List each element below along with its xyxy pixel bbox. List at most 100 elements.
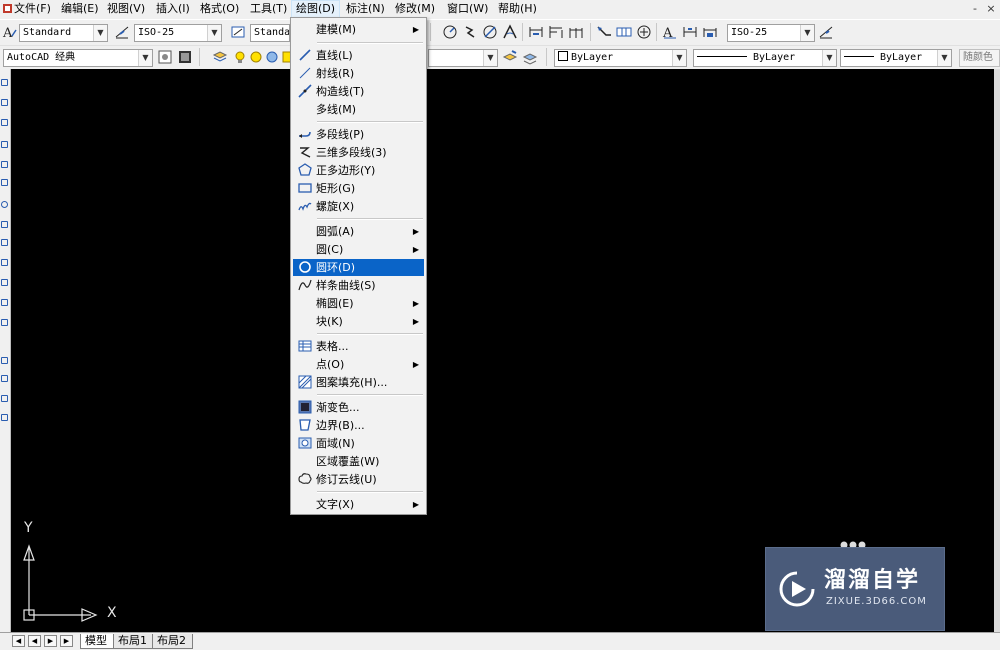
menu-item-region[interactable]: 面域(N)	[293, 435, 424, 452]
layer-properties-icon[interactable]	[212, 49, 228, 65]
rectangle-tool-icon[interactable]	[1, 161, 8, 168]
linetype-select[interactable]: ByLayer ▼	[693, 49, 837, 67]
circle-tool-icon[interactable]	[1, 201, 8, 208]
layer-lock-icon[interactable]	[264, 49, 280, 65]
center-mark-icon[interactable]	[636, 24, 652, 40]
menu-help[interactable]: 帮助(H)	[494, 1, 541, 17]
menu-item-block[interactable]: 块(K) ▶	[293, 313, 424, 330]
layer-freeze-icon[interactable]	[248, 49, 264, 65]
tab-layout1[interactable]: 布局1	[113, 634, 154, 649]
menu-dimension[interactable]: 标注(N)	[342, 1, 389, 17]
make-block-tool-icon[interactable]	[1, 319, 8, 326]
text-style-icon[interactable]: A	[2, 24, 18, 40]
menu-item-ray[interactable]: 射线(R)	[293, 65, 424, 82]
dim-style-icon[interactable]	[114, 24, 130, 40]
dim-style-manager-icon[interactable]	[818, 24, 834, 40]
menu-item-boundary[interactable]: 边界(B)...	[293, 417, 424, 434]
menu-item-mline[interactable]: 多线(M)	[293, 101, 424, 118]
multileader-style-select[interactable]: ISO-25 ▼	[727, 24, 815, 42]
menu-insert[interactable]: 插入(I)	[152, 1, 194, 17]
menu-item-text[interactable]: 文字(X) ▶	[293, 496, 424, 513]
minimize-button[interactable]: -	[968, 2, 982, 15]
lineweight-select[interactable]: ByLayer ▼	[840, 49, 952, 67]
dim-radius-icon[interactable]	[442, 24, 458, 40]
menu-item-polygon[interactable]: 正多边形(Y)	[293, 162, 424, 179]
dim-update-icon[interactable]	[702, 24, 718, 40]
dim-jogged-icon[interactable]	[462, 24, 478, 40]
donut-icon	[299, 261, 311, 273]
tab-model[interactable]: 模型	[80, 634, 114, 649]
hatch-tool-icon[interactable]	[1, 375, 8, 382]
menu-item-modeling[interactable]: 建模(M) ▶	[293, 21, 424, 38]
menu-format[interactable]: 格式(O)	[196, 1, 243, 17]
tab-layout2[interactable]: 布局2	[152, 634, 193, 649]
workspace-settings-icon[interactable]	[157, 49, 173, 65]
arc-tool-icon[interactable]	[1, 179, 8, 186]
quick-dim-icon[interactable]	[528, 24, 544, 40]
menu-item-gradient[interactable]: 渐变色...	[293, 399, 424, 416]
layer-previous-icon[interactable]	[522, 49, 538, 65]
menu-item-3dpolyline[interactable]: 三维多段线(3)	[293, 144, 424, 161]
polyline-tool-icon[interactable]	[1, 119, 8, 126]
polygon-tool-icon[interactable]	[1, 141, 8, 148]
table-style-icon[interactable]	[230, 24, 246, 40]
dim-diameter-icon[interactable]	[482, 24, 498, 40]
dim-baseline-icon[interactable]	[548, 24, 564, 40]
menu-item-arc[interactable]: 圆弧(A) ▶	[293, 223, 424, 240]
menu-item-spline[interactable]: 样条曲线(S)	[293, 277, 424, 294]
menu-item-helix[interactable]: 螺旋(X)	[293, 198, 424, 215]
last-tab-button[interactable]: ▶	[60, 635, 73, 647]
line-tool-icon[interactable]	[1, 79, 8, 86]
menu-tools[interactable]: 工具(T)	[246, 1, 291, 17]
menu-item-ellipse[interactable]: 椭圆(E) ▶	[293, 295, 424, 312]
layer-select[interactable]: ▼	[428, 49, 498, 67]
menu-item-polyline[interactable]: 多段线(P)	[293, 126, 424, 143]
dim-edit-icon[interactable]: A	[662, 24, 678, 40]
menu-draw[interactable]: 绘图(D)	[291, 0, 341, 18]
region-tool-icon[interactable]	[1, 414, 8, 421]
text-style-select[interactable]: Standard ▼	[19, 24, 108, 42]
vertical-scrollbar[interactable]	[994, 69, 1000, 632]
revcloud-tool-icon[interactable]	[1, 221, 8, 228]
prev-tab-button[interactable]: ◀	[28, 635, 41, 647]
spline-tool-icon[interactable]	[1, 239, 8, 246]
first-tab-button[interactable]: ◀	[12, 635, 25, 647]
make-current-layer-icon[interactable]	[502, 49, 518, 65]
ellipse-arc-tool-icon[interactable]	[1, 279, 8, 286]
menu-view[interactable]: 视图(V)	[103, 1, 149, 17]
menu-edit[interactable]: 编辑(E)	[57, 1, 103, 17]
insert-block-tool-icon[interactable]	[1, 299, 8, 306]
menu-item-table[interactable]: 表格...	[293, 338, 424, 355]
menu-item-rectangle[interactable]: 矩形(G)	[293, 180, 424, 197]
menu-item-donut[interactable]: 圆环(D)	[293, 259, 424, 276]
menu-item-point[interactable]: 点(O) ▶	[293, 356, 424, 373]
menu-item-wipeout[interactable]: 区域覆盖(W)	[293, 453, 424, 470]
menu-item-revcloud[interactable]: 修订云线(U)	[293, 471, 424, 488]
menu-item-label: 渐变色...	[316, 401, 360, 414]
xline-tool-icon[interactable]	[1, 99, 8, 106]
tolerance-icon[interactable]	[616, 24, 632, 40]
menu-item-xline[interactable]: 构造线(T)	[293, 83, 424, 100]
workspace-select[interactable]: AutoCAD 经典 ▼	[3, 49, 153, 67]
table-style-select[interactable]: Standar	[250, 24, 290, 42]
menu-window[interactable]: 窗口(W)	[443, 1, 492, 17]
menu-item-circle[interactable]: 圆(C) ▶	[293, 241, 424, 258]
layer-on-icon[interactable]	[232, 49, 248, 65]
mtext-tool-icon[interactable]	[1, 435, 8, 442]
menu-modify[interactable]: 修改(M)	[391, 1, 439, 17]
my-workspace-icon[interactable]	[177, 49, 193, 65]
qleader-icon[interactable]	[596, 24, 612, 40]
dim-angular-icon[interactable]	[502, 24, 518, 40]
point-tool-icon[interactable]	[1, 357, 8, 364]
menu-item-line[interactable]: 直线(L)	[293, 47, 424, 64]
dim-style-select[interactable]: ISO-25 ▼	[134, 24, 222, 42]
gradient-tool-icon[interactable]	[1, 395, 8, 402]
next-tab-button[interactable]: ▶	[44, 635, 57, 647]
dim-text-edit-icon[interactable]	[682, 24, 698, 40]
menu-file[interactable]: 文件(F)	[10, 1, 55, 17]
ellipse-tool-icon[interactable]	[1, 259, 8, 266]
close-button[interactable]: ×	[984, 2, 998, 15]
dim-continue-icon[interactable]	[568, 24, 584, 40]
color-select[interactable]: ByLayer ▼	[554, 49, 687, 67]
menu-item-hatch[interactable]: 图案填充(H)...	[293, 374, 424, 391]
